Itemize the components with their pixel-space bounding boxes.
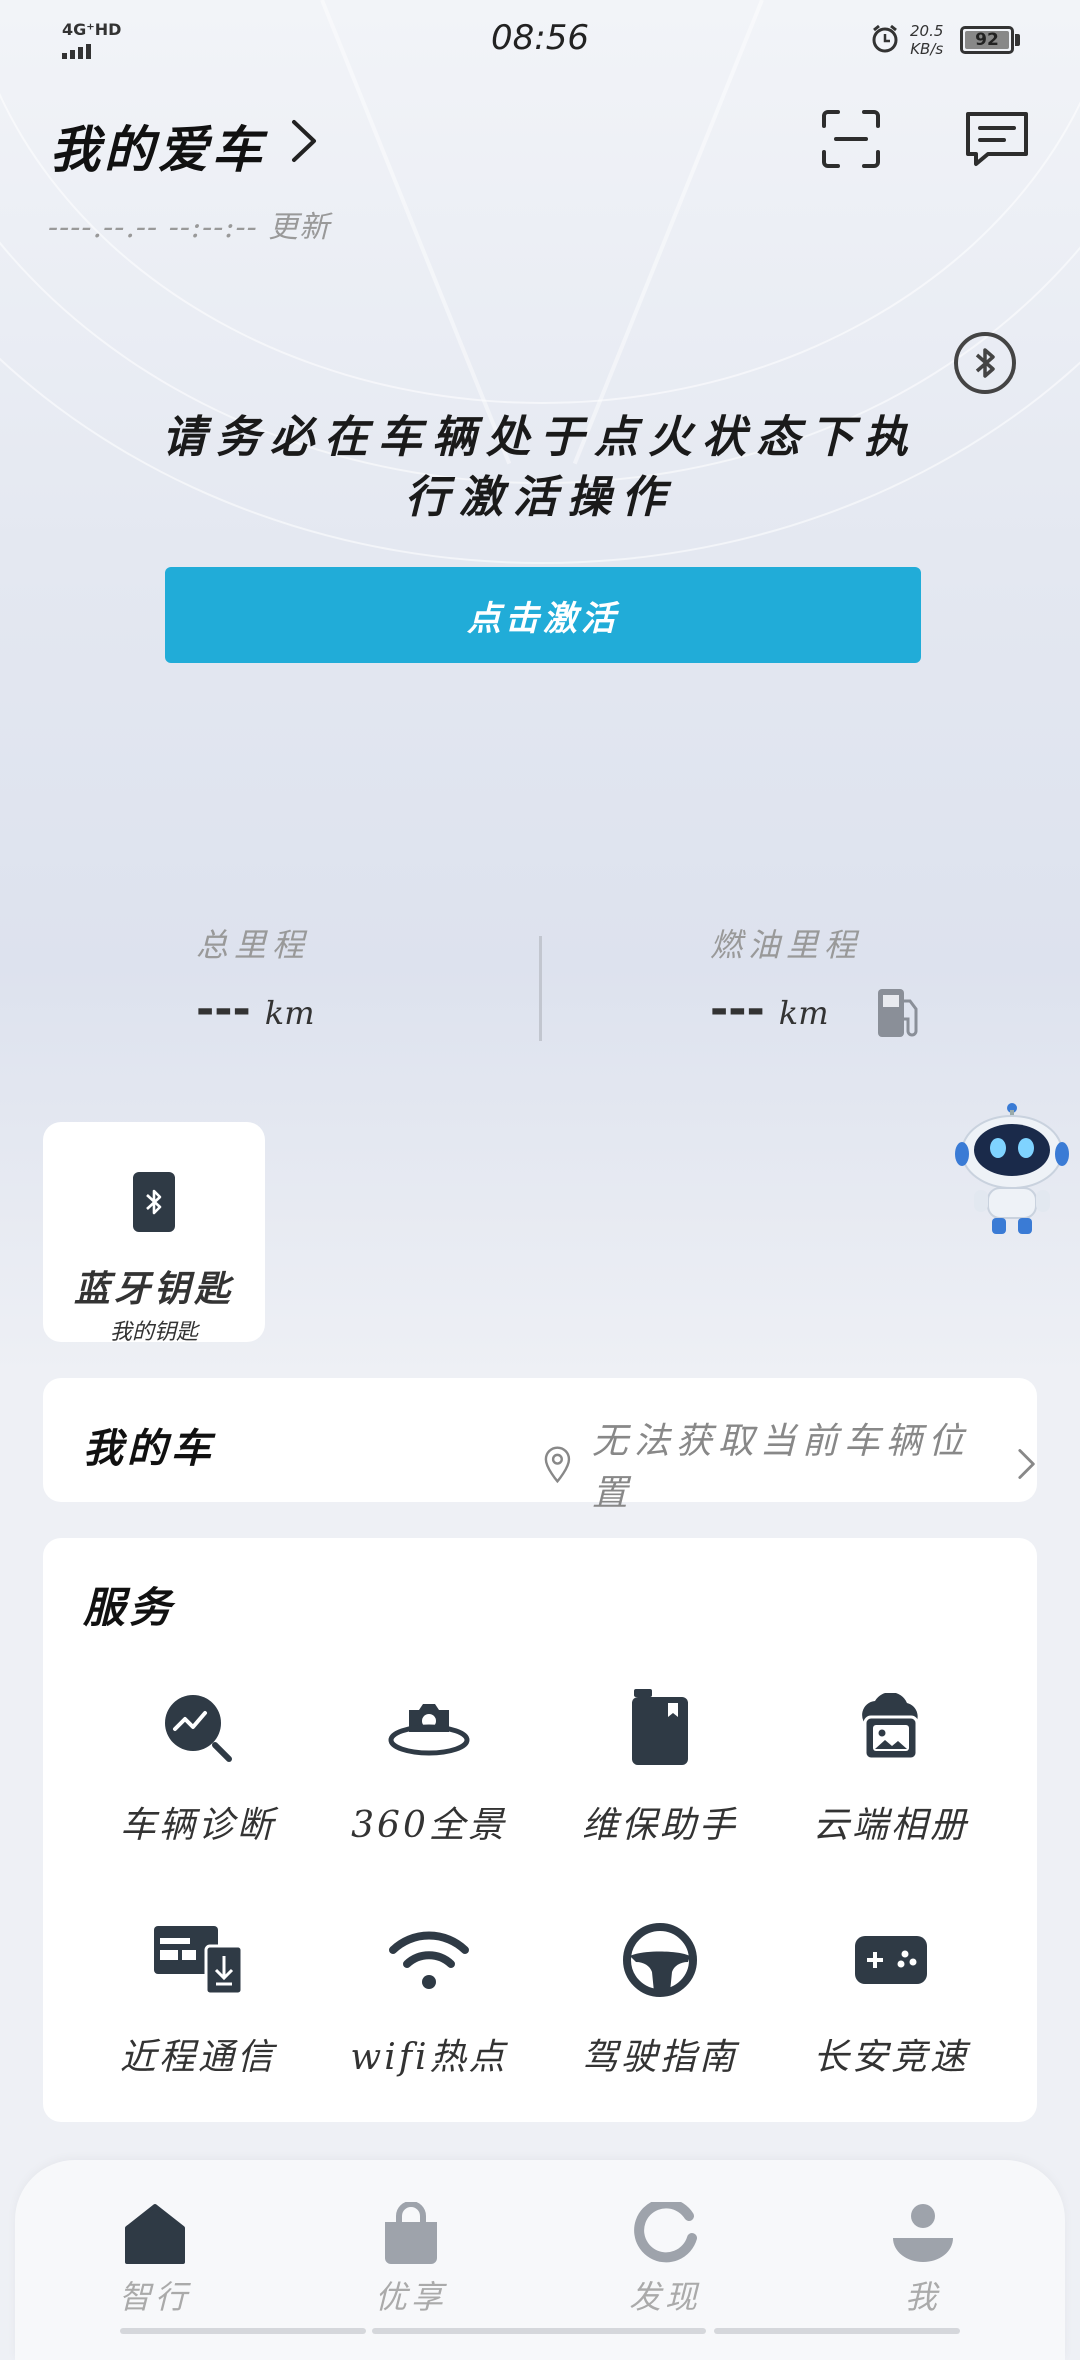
user-icon	[823, 2196, 1023, 2266]
wifi-icon	[313, 1920, 545, 2000]
bluetooth-key-card[interactable]: 蓝牙钥匙 我的钥匙	[43, 1122, 265, 1345]
nav-item-smart-travel[interactable]: 智行	[55, 2196, 255, 2318]
mileage-divider	[539, 936, 542, 1041]
nfc-card-icon	[82, 1920, 314, 2000]
update-time: ----.--.-- --:--:-- 更新	[48, 210, 331, 245]
message-icon[interactable]	[964, 108, 1030, 170]
fuel-pump-icon	[874, 985, 924, 1045]
network-speed: 20.5 KB/s	[910, 22, 944, 58]
fuel-mileage: 燃油里程 --- km	[710, 920, 1010, 1035]
page-title[interactable]: 我的爱车	[50, 110, 266, 182]
fuel-mileage-label: 燃油里程	[710, 926, 863, 964]
total-mileage-label: 总里程	[196, 926, 311, 964]
gamepad-icon	[775, 1920, 1007, 2000]
assistant-robot-icon[interactable]	[954, 1102, 1070, 1242]
service-wifi-hotspot[interactable]: wifi热点	[313, 1920, 545, 2080]
camera-360-icon	[313, 1688, 545, 1768]
status-bar: 4G⁺HD 08:56 20.5 KB/s 92	[0, 0, 1080, 80]
service-cloud-album[interactable]: 云端相册	[775, 1688, 1007, 1848]
service-changan-racing[interactable]: 长安竞速	[775, 1920, 1007, 2080]
bluetooth-icon	[975, 348, 995, 378]
diagnosis-icon	[82, 1688, 314, 1768]
nav-item-discover[interactable]: 发现	[565, 2196, 765, 2318]
nav-item-me[interactable]: 我	[823, 2196, 1023, 2318]
bluetooth-toggle-button[interactable]	[954, 332, 1016, 394]
discover-icon	[565, 2196, 765, 2266]
cloud-album-icon	[775, 1688, 1007, 1768]
bag-icon	[311, 2196, 511, 2266]
service-driving-guide[interactable]: 驾驶指南	[544, 1920, 776, 2080]
alarm-icon	[870, 24, 900, 58]
maintenance-icon	[544, 1688, 776, 1768]
my-car-title: 我的车	[83, 1425, 215, 1472]
services-card: 服务 车辆诊断 360全景 维保助手 云端相册 近程通信 wifi热点 驾驶指南…	[43, 1538, 1037, 2122]
service-360-view[interactable]: 360全景	[313, 1688, 545, 1848]
bluetooth-key-title: 蓝牙钥匙	[73, 1268, 234, 1310]
car-location-text: 无法获取当前车辆位置	[591, 1421, 970, 1514]
car-location[interactable]: 无法获取当前车辆位置	[543, 1412, 1037, 1516]
home-indicator	[714, 2328, 960, 2334]
fuel-mileage-unit: km	[778, 994, 829, 1032]
location-pin-icon	[544, 1446, 571, 1484]
services-title: 服务	[83, 1583, 176, 1632]
service-nfc[interactable]: 近程通信	[82, 1920, 314, 2080]
home-icon	[55, 2196, 255, 2266]
scan-icon[interactable]	[820, 108, 882, 170]
bluetooth-key-icon	[133, 1172, 175, 1232]
battery-icon: 92	[960, 26, 1014, 54]
chevron-right-icon[interactable]	[286, 116, 322, 170]
battery-level: 92	[975, 30, 999, 50]
bluetooth-key-subtitle: 我的钥匙	[109, 1320, 198, 1345]
steering-wheel-icon	[544, 1920, 776, 2000]
activate-button[interactable]: 点击激活	[165, 567, 921, 663]
total-mileage: 总里程 --- km	[196, 920, 496, 1035]
my-car-card[interactable]: 我的车 无法获取当前车辆位置	[43, 1378, 1037, 1514]
fuel-mileage-value: ---	[710, 984, 765, 1035]
service-vehicle-diagnosis[interactable]: 车辆诊断	[82, 1688, 314, 1848]
chevron-right-icon	[1018, 1449, 1035, 1479]
home-indicator	[372, 2328, 706, 2334]
total-mileage-unit: km	[264, 994, 315, 1032]
total-mileage-value: ---	[196, 984, 251, 1035]
service-maintenance-assistant[interactable]: 维保助手	[544, 1688, 776, 1848]
activation-notice: 请务必在车辆处于点火状态下执行激活操作	[162, 412, 918, 523]
nav-item-benefits[interactable]: 优享	[311, 2196, 511, 2318]
home-indicator	[120, 2328, 366, 2334]
